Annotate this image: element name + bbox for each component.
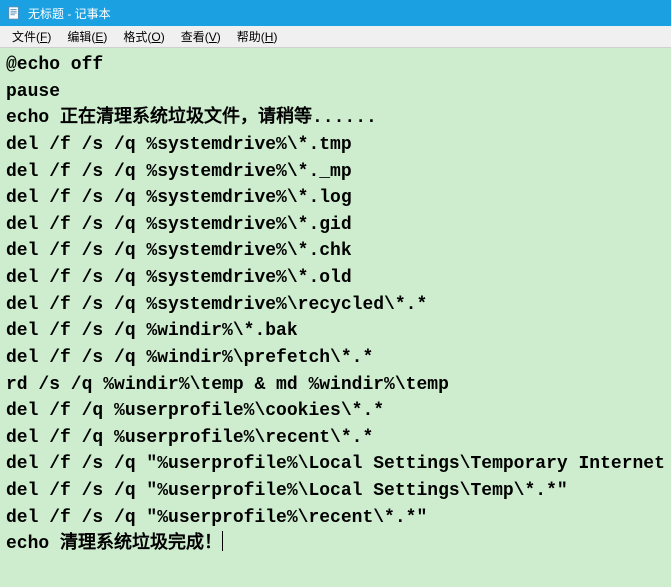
window-title: 无标题 - 记事本 [28, 5, 111, 22]
notepad-window: 无标题 - 记事本 文件(F) 编辑(E) 格式(O) 查看(V) 帮助(H) … [0, 0, 671, 587]
text-caret [222, 531, 223, 551]
text-content: @echo off pause echo 正在清理系统垃圾文件，请稍等.....… [6, 55, 665, 554]
menu-edit[interactable]: 编辑(E) [59, 26, 115, 47]
titlebar[interactable]: 无标题 - 记事本 [0, 0, 671, 26]
menu-help[interactable]: 帮助(H) [229, 26, 286, 47]
menu-format[interactable]: 格式(O) [115, 26, 172, 47]
notepad-icon [6, 5, 22, 21]
menu-view[interactable]: 查看(V) [173, 26, 229, 47]
menubar: 文件(F) 编辑(E) 格式(O) 查看(V) 帮助(H) [0, 26, 671, 48]
menu-file[interactable]: 文件(F) [4, 26, 59, 47]
text-area[interactable]: @echo off pause echo 正在清理系统垃圾文件，请稍等.....… [0, 48, 671, 587]
